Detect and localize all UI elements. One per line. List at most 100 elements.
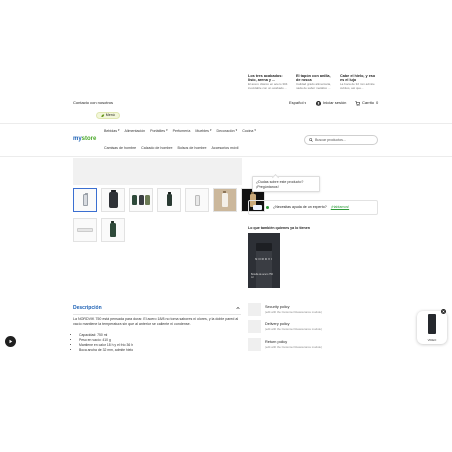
bottle-image bbox=[428, 314, 436, 334]
nav-item-accesorios[interactable]: Accesorios móvil bbox=[212, 146, 239, 150]
promo-text: Botella de acero 750 ml bbox=[251, 273, 273, 279]
play-icon bbox=[9, 339, 13, 344]
expert-help-banner[interactable]: ¿Necesitas ayuda de un experto? ¡Hablamo… bbox=[248, 200, 378, 215]
feature-card-desc: El acero clásico en acero 304 inoxidable… bbox=[248, 82, 288, 90]
leaf-icon bbox=[101, 114, 105, 117]
close-icon[interactable] bbox=[441, 309, 446, 314]
product-thumbnail[interactable] bbox=[213, 188, 237, 212]
main-nav: Bebidas ▾ Alimentación Portátiles ▾ Perfum… bbox=[104, 128, 256, 133]
policy-desc: (edit with the Customer Reassurance modu… bbox=[265, 327, 322, 331]
nav-label: Decoración bbox=[216, 129, 235, 133]
login-link[interactable]: Iniciar sesión bbox=[316, 101, 346, 106]
play-button[interactable] bbox=[5, 336, 16, 347]
chevron-down-icon: ▾ bbox=[254, 128, 256, 133]
nav-label: Cocina bbox=[242, 129, 254, 133]
contact-link[interactable]: Contacto con nosotros bbox=[73, 100, 113, 106]
nav-item-cocina[interactable]: Cocina ▾ bbox=[242, 128, 256, 133]
nav-label: Muebles bbox=[195, 129, 209, 133]
delivery-policy[interactable]: Delivery policy (edit with the Customer … bbox=[248, 320, 378, 334]
nav-item-camisas[interactable]: Camisas de hombre bbox=[104, 146, 136, 150]
nav-item-perfumeria[interactable]: Perfumería bbox=[173, 129, 191, 133]
spec-item: Boca ancha de 32 mm, admite hielo bbox=[79, 348, 133, 353]
security-policy[interactable]: Security policy (edit with the Customer … bbox=[248, 303, 378, 317]
thumbnail-row bbox=[73, 188, 265, 212]
nav-item-bolsos[interactable]: Bolsos de hombre bbox=[178, 146, 207, 150]
nav-label: Camisas de hombre bbox=[104, 146, 137, 150]
logo-main: my bbox=[73, 136, 82, 142]
bottle-cap-image bbox=[256, 243, 272, 251]
product-thumbnail[interactable] bbox=[157, 188, 181, 212]
cart-link[interactable]: Carrito 0 bbox=[355, 101, 378, 106]
feature-card: Cabe el hielo, y eso es el lujo La boca … bbox=[340, 74, 380, 90]
chevron-down-icon: ▾ bbox=[304, 100, 306, 105]
nav-label: Accesorios móvil bbox=[211, 146, 239, 150]
search-input[interactable]: Buscar productos... bbox=[304, 135, 378, 145]
feature-card-title: El tapón con anilla, de rosca bbox=[296, 74, 331, 83]
cart-label: Carrito bbox=[362, 100, 375, 106]
bottle-image bbox=[108, 190, 118, 208]
logo-accent: store bbox=[81, 136, 97, 142]
nav-label: Bebidas bbox=[104, 129, 117, 133]
product-thumbnail[interactable] bbox=[101, 218, 125, 242]
product-thumbnail[interactable] bbox=[101, 188, 125, 212]
nav-item-alimentacion[interactable]: Alimentación bbox=[125, 129, 146, 133]
nav-label: Alimentación bbox=[124, 129, 146, 133]
nav-label: Portátiles bbox=[150, 129, 166, 133]
return-policy[interactable]: Return policy (edit with the Customer Re… bbox=[248, 338, 378, 352]
promo-brand: NORDVI bbox=[255, 257, 273, 261]
also-bought-title: Lo que también quienes ya lo tienen bbox=[248, 226, 310, 230]
bottle-image bbox=[77, 228, 93, 232]
also-bought-product-card[interactable]: NORDVI Botella de acero 750 ml bbox=[248, 233, 280, 288]
expert-logo-icon bbox=[253, 205, 262, 210]
spec-list: Capacidad: 750 ml Peso en vacío: 410 g M… bbox=[79, 333, 133, 353]
nav-item-muebles[interactable]: Muebles ▾ bbox=[195, 128, 212, 133]
search-icon bbox=[309, 138, 313, 142]
header-divider bbox=[0, 123, 452, 124]
description-title[interactable]: Descripción bbox=[73, 305, 102, 311]
store-logo[interactable]: mystore bbox=[73, 136, 96, 142]
policy-icon bbox=[248, 320, 261, 333]
nav-label: Calzado de hombre bbox=[141, 146, 173, 150]
search-placeholder: Buscar productos... bbox=[315, 137, 346, 142]
feature-card-title: Los tres acabados: lisío, arena y ... bbox=[248, 74, 283, 83]
bottle-image bbox=[194, 194, 200, 206]
feature-card: Los tres acabados: lisío, arena y ... El… bbox=[248, 74, 288, 90]
expert-text: ¿Necesitas ayuda de un experto? bbox=[273, 205, 327, 210]
nav-divider bbox=[0, 156, 452, 157]
menu-pill-button[interactable]: Menú bbox=[96, 112, 120, 119]
nav-item-decoracion[interactable]: Decoración ▾ bbox=[216, 128, 237, 133]
tooltip-line2: ¡Pregúntanos! bbox=[256, 185, 279, 190]
chevron-down-icon: ▾ bbox=[118, 128, 120, 133]
expert-link[interactable]: ¡Hablamos! bbox=[331, 205, 349, 209]
nav-item-calzado[interactable]: Calzado de hombre bbox=[141, 146, 172, 150]
language-selector[interactable]: Español ▾ bbox=[289, 100, 306, 106]
policy-title: Security policy bbox=[265, 305, 290, 309]
product-thumbnail[interactable] bbox=[73, 218, 97, 242]
bottle-image bbox=[82, 193, 88, 206]
floating-video-widget[interactable]: VIDEO bbox=[417, 311, 447, 344]
nav-item-portatiles[interactable]: Portátiles ▾ bbox=[150, 128, 168, 133]
login-label: Iniciar sesión bbox=[323, 100, 347, 106]
description-body: La NORDVIK 750 está pensada para durar. … bbox=[73, 317, 239, 326]
policy-icon bbox=[248, 303, 261, 316]
description-divider bbox=[73, 314, 241, 315]
online-dot-icon bbox=[266, 206, 269, 209]
product-thumbnail[interactable] bbox=[73, 188, 97, 212]
user-icon bbox=[316, 101, 321, 106]
chevron-up-icon[interactable] bbox=[236, 306, 240, 310]
product-thumbnail[interactable] bbox=[185, 188, 209, 212]
bottle-set-image bbox=[132, 195, 150, 205]
feature-card-desc: La boca de 32 mm admite cubitos, así que… bbox=[340, 82, 375, 90]
language-label: Español bbox=[289, 100, 304, 105]
chevron-down-icon: ▾ bbox=[209, 128, 212, 133]
tooltip-line1: ¿Dudas sobre este producto? bbox=[256, 180, 304, 184]
feature-card-title: Cabe el hielo, y eso es el lujo bbox=[340, 74, 376, 83]
bottle-image bbox=[222, 191, 228, 207]
question-tooltip[interactable]: ¿Dudas sobre este producto? ¡Pregúntanos… bbox=[252, 176, 320, 192]
product-thumbnail[interactable] bbox=[129, 188, 153, 212]
feature-card-desc: Calidad grado alimentaria, nada de sabor… bbox=[296, 82, 332, 90]
product-main-image[interactable] bbox=[73, 158, 242, 185]
policy-desc: (edit with the Customer Reassurance modu… bbox=[265, 345, 322, 349]
nav-item-bebidas[interactable]: Bebidas ▾ bbox=[104, 128, 120, 133]
nav-label: Perfumería bbox=[172, 129, 191, 133]
